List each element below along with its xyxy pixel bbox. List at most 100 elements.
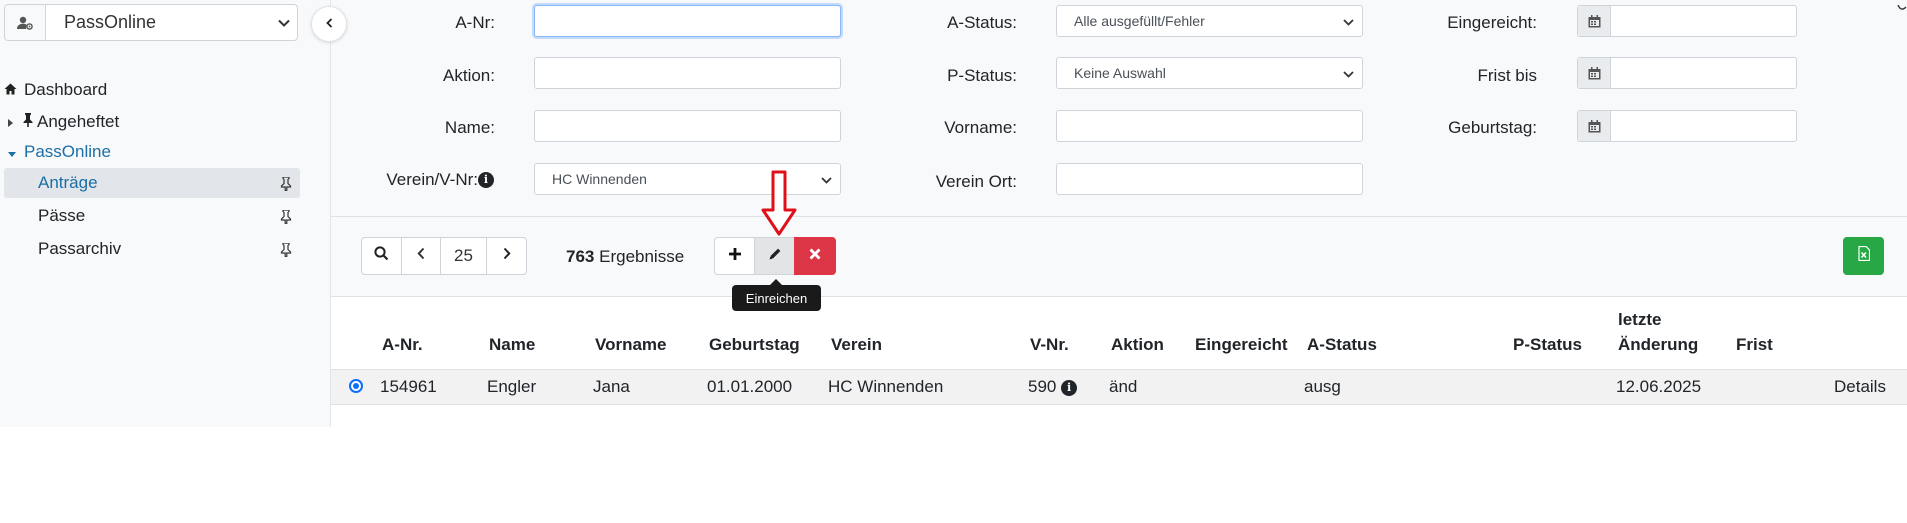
sidebar-item-passarchiv[interactable]: Passarchiv xyxy=(4,234,300,264)
export-excel-button[interactable] xyxy=(1843,237,1884,275)
results-count-label: Ergebnisse xyxy=(599,247,685,266)
verein-select-value: HC Winnenden xyxy=(552,171,647,187)
pin-icon xyxy=(22,112,34,132)
submit-tooltip: Einreichen xyxy=(732,279,821,311)
user-settings-icon xyxy=(5,5,46,40)
a-status-select-value: Alle ausgefüllt/Fehler xyxy=(1074,13,1205,29)
p-status-label: P-Status: xyxy=(947,66,1017,85)
results-toolbar: 25 763 Ergebnisse xyxy=(331,217,1907,297)
column-header-verein[interactable]: Verein xyxy=(831,335,882,355)
frist-bis-date-field[interactable] xyxy=(1577,57,1797,89)
cell-a-status: ausg xyxy=(1304,377,1341,396)
pin-icon[interactable] xyxy=(280,176,292,196)
column-header-vorname[interactable]: Vorname xyxy=(595,335,667,355)
submit-edit-button[interactable] xyxy=(754,237,795,275)
sidebar-item-label: Dashboard xyxy=(24,80,108,99)
row-select-radio[interactable] xyxy=(349,379,363,393)
chevron-left-icon xyxy=(325,15,333,33)
a-status-select[interactable]: Alle ausgefüllt/Fehler xyxy=(1056,5,1363,37)
cell-geburtstag: 01.01.2000 xyxy=(707,377,793,396)
caret-down-icon xyxy=(8,142,16,162)
collapse-sidebar-button[interactable] xyxy=(311,6,347,42)
calendar-icon[interactable] xyxy=(1578,58,1611,88)
sidebar-item-label: Passarchiv xyxy=(38,239,122,258)
previous-page-button[interactable] xyxy=(401,237,441,275)
aktion-label: Aktion: xyxy=(443,66,495,85)
calendar-icon[interactable] xyxy=(1578,111,1611,141)
chevron-left-icon xyxy=(417,247,425,265)
vorname-label: Vorname: xyxy=(944,118,1017,137)
name-label: Name: xyxy=(444,118,495,137)
column-header-letzte[interactable]: letzte xyxy=(1618,310,1661,330)
chevron-down-icon xyxy=(1343,13,1354,29)
sidebar-item-paesse[interactable]: Pässe xyxy=(4,201,300,231)
eingereicht-label: Eingereicht: xyxy=(1447,13,1537,32)
sidebar-item-label: Angeheftet xyxy=(37,112,120,131)
cell-aktion: änd xyxy=(1109,377,1138,396)
cell-v-nr-value: 590 xyxy=(1028,377,1057,396)
search-button[interactable] xyxy=(361,237,402,275)
pencil-icon xyxy=(768,247,782,266)
column-header-a-nr[interactable]: A-Nr. xyxy=(382,335,423,355)
sidebar-item-label: PassOnline xyxy=(24,142,111,161)
add-button[interactable] xyxy=(714,237,755,275)
column-header-p-status[interactable]: P-Status xyxy=(1513,335,1582,355)
a-status-label: A-Status: xyxy=(947,13,1017,32)
verein-ort-input[interactable] xyxy=(1056,163,1363,195)
column-header-frist[interactable]: Frist xyxy=(1736,335,1773,355)
column-header-geburtstag[interactable]: Geburtstag xyxy=(709,335,800,355)
verein-ort-label: Verein Ort: xyxy=(935,172,1017,191)
pin-icon[interactable] xyxy=(280,209,292,229)
chevron-down-icon xyxy=(1343,65,1354,81)
close-icon xyxy=(809,247,821,265)
geburtstag-date-field[interactable] xyxy=(1577,110,1797,142)
column-header-aenderung[interactable]: Änderung xyxy=(1618,335,1698,355)
next-page-button[interactable] xyxy=(486,237,527,275)
column-header-aktion[interactable]: Aktion xyxy=(1111,335,1164,355)
column-header-v-nr[interactable]: V-Nr. xyxy=(1030,335,1069,355)
p-status-select[interactable]: Keine Auswahl xyxy=(1056,57,1363,89)
p-status-select-value: Keine Auswahl xyxy=(1074,65,1166,81)
page-size-value: 25 xyxy=(454,246,473,265)
a-nr-input[interactable] xyxy=(534,5,841,37)
calendar-icon[interactable] xyxy=(1578,6,1611,36)
search-icon xyxy=(374,246,389,266)
sidebar-item-angeheftet[interactable]: Angeheftet xyxy=(8,107,119,137)
plus-icon xyxy=(728,247,742,266)
cell-v-nr: 590 i xyxy=(1028,377,1078,397)
sidebar-item-dashboard[interactable]: Dashboard xyxy=(4,75,107,105)
aktion-input[interactable] xyxy=(534,57,841,89)
eingereicht-date-field[interactable] xyxy=(1577,5,1797,37)
details-link[interactable]: Details xyxy=(1834,377,1886,397)
page-size-field[interactable]: 25 xyxy=(440,237,487,275)
sidebar-item-label: Pässe xyxy=(38,206,86,225)
cell-a-nr-link[interactable]: 154961 xyxy=(380,377,437,397)
column-header-a-status[interactable]: A-Status xyxy=(1307,335,1377,355)
results-count: 763 Ergebnisse xyxy=(566,247,684,267)
corner-glyph-icon xyxy=(1897,0,1907,10)
file-excel-icon xyxy=(1857,245,1870,266)
info-icon[interactable]: i xyxy=(478,171,494,189)
name-input[interactable] xyxy=(534,110,841,142)
pin-icon[interactable] xyxy=(280,242,292,262)
cell-letzte-aenderung: 12.06.2025 xyxy=(1616,377,1702,396)
cell-verein: HC Winnenden xyxy=(828,377,944,396)
sidebar-item-passonline[interactable]: PassOnline xyxy=(8,137,111,167)
sidebar-item-antraege[interactable]: Anträge xyxy=(4,168,300,198)
app-selector[interactable]: PassOnline xyxy=(4,4,298,41)
chevron-down-icon xyxy=(271,19,297,27)
cell-name: Engler xyxy=(487,377,537,396)
delete-button[interactable] xyxy=(794,237,836,275)
vorname-input[interactable] xyxy=(1056,110,1363,142)
home-icon xyxy=(4,80,17,100)
info-icon[interactable]: i xyxy=(1061,379,1078,396)
app-select-label: PassOnline xyxy=(64,12,157,32)
column-header-name[interactable]: Name xyxy=(489,335,535,355)
verein-label: Verein/V-Nr: xyxy=(386,170,478,189)
cell-vorname: Jana xyxy=(593,377,630,396)
caret-right-icon xyxy=(8,112,13,132)
geburtstag-label: Geburtstag: xyxy=(1448,118,1537,137)
column-header-eingereicht[interactable]: Eingereicht xyxy=(1195,335,1288,355)
chevron-down-icon xyxy=(821,171,832,187)
chevron-right-icon xyxy=(503,247,511,265)
